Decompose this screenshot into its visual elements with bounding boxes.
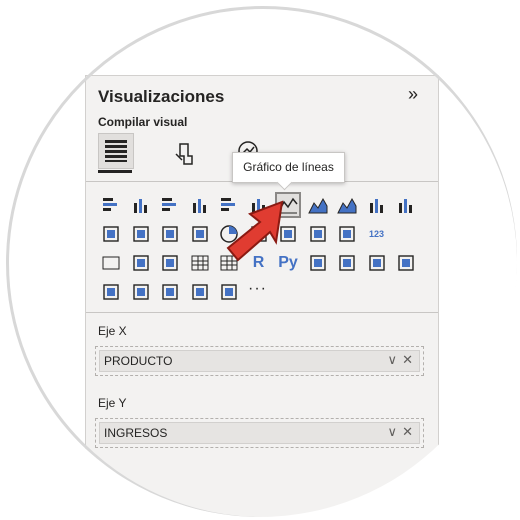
x-axis-field-name: PRODUCTO [104, 354, 173, 368]
card-label: 123 [368, 229, 385, 239]
build-visual-tab[interactable] [98, 133, 134, 169]
tooltip-line-chart: Gráfico de líneas [232, 152, 345, 183]
pane-title: Visualizaciones [98, 87, 225, 106]
circle-frame: Visualizaciones » Compilar visual Gráfic… [3, 3, 517, 517]
decomposition-tree-icon[interactable] [336, 252, 358, 274]
remove-field-icon[interactable]: ✕ [402, 424, 413, 440]
line-column-icon[interactable] [366, 194, 388, 216]
multirow-card-icon[interactable] [100, 252, 122, 274]
x-axis-well[interactable]: PRODUCTO ∨ ✕ [95, 346, 424, 376]
area-chart-icon[interactable] [307, 194, 329, 216]
card-icon[interactable]: 123 [366, 223, 388, 245]
gauge-icon[interactable] [336, 223, 358, 245]
stacked-column-icon[interactable] [130, 194, 152, 216]
paginated-report-icon[interactable] [130, 281, 152, 303]
line-clustered-column-icon[interactable] [395, 194, 417, 216]
format-visual-tab[interactable] [172, 140, 200, 168]
y-axis-label: Eje Y [98, 396, 127, 410]
divider [86, 312, 438, 313]
visualizations-pane: Visualizaciones » Compilar visual Gráfic… [85, 75, 439, 517]
y-axis-well[interactable]: INGRESOS ∨ ✕ [95, 418, 424, 448]
goals-icon[interactable] [100, 281, 122, 303]
chevron-down-icon[interactable]: ∨ [387, 352, 397, 368]
x-axis-field[interactable]: PRODUCTO ∨ ✕ [99, 350, 420, 372]
pointer-arrow-icon [226, 200, 284, 262]
narrative-icon[interactable] [395, 252, 417, 274]
power-apps-icon[interactable] [159, 281, 181, 303]
clustered-bar-icon[interactable] [159, 194, 181, 216]
waterfall-icon[interactable] [130, 223, 152, 245]
chevron-down-icon[interactable]: ∨ [387, 424, 397, 440]
power-automate-icon[interactable] [189, 281, 211, 303]
remove-field-icon[interactable]: ✕ [402, 352, 413, 368]
stacked-bar-icon[interactable] [100, 194, 122, 216]
paintbrush-icon [175, 143, 193, 165]
collapse-pane-icon[interactable]: » [408, 84, 418, 105]
qa-icon[interactable] [366, 252, 388, 274]
build-visual-label: Compilar visual [98, 115, 188, 129]
funnel-icon[interactable] [159, 223, 181, 245]
y-axis-field[interactable]: INGRESOS ∨ ✕ [99, 422, 420, 444]
clustered-column-icon[interactable] [189, 194, 211, 216]
fields-grid-icon [105, 140, 127, 162]
arcgis-icon[interactable] [218, 281, 240, 303]
ribbon-chart-icon[interactable] [100, 223, 122, 245]
x-axis-label: Eje X [98, 324, 127, 338]
slicer-icon[interactable] [159, 252, 181, 274]
kpi-icon[interactable] [130, 252, 152, 274]
table-icon[interactable] [189, 252, 211, 274]
filled-map-icon[interactable] [307, 223, 329, 245]
stacked-area-icon[interactable] [336, 194, 358, 216]
more-visuals-icon[interactable]: ··· [248, 280, 267, 298]
scatter-icon[interactable] [189, 223, 211, 245]
active-tab-indicator [98, 170, 132, 173]
y-axis-field-name: INGRESOS [104, 426, 168, 440]
key-influencers-icon[interactable] [307, 252, 329, 274]
